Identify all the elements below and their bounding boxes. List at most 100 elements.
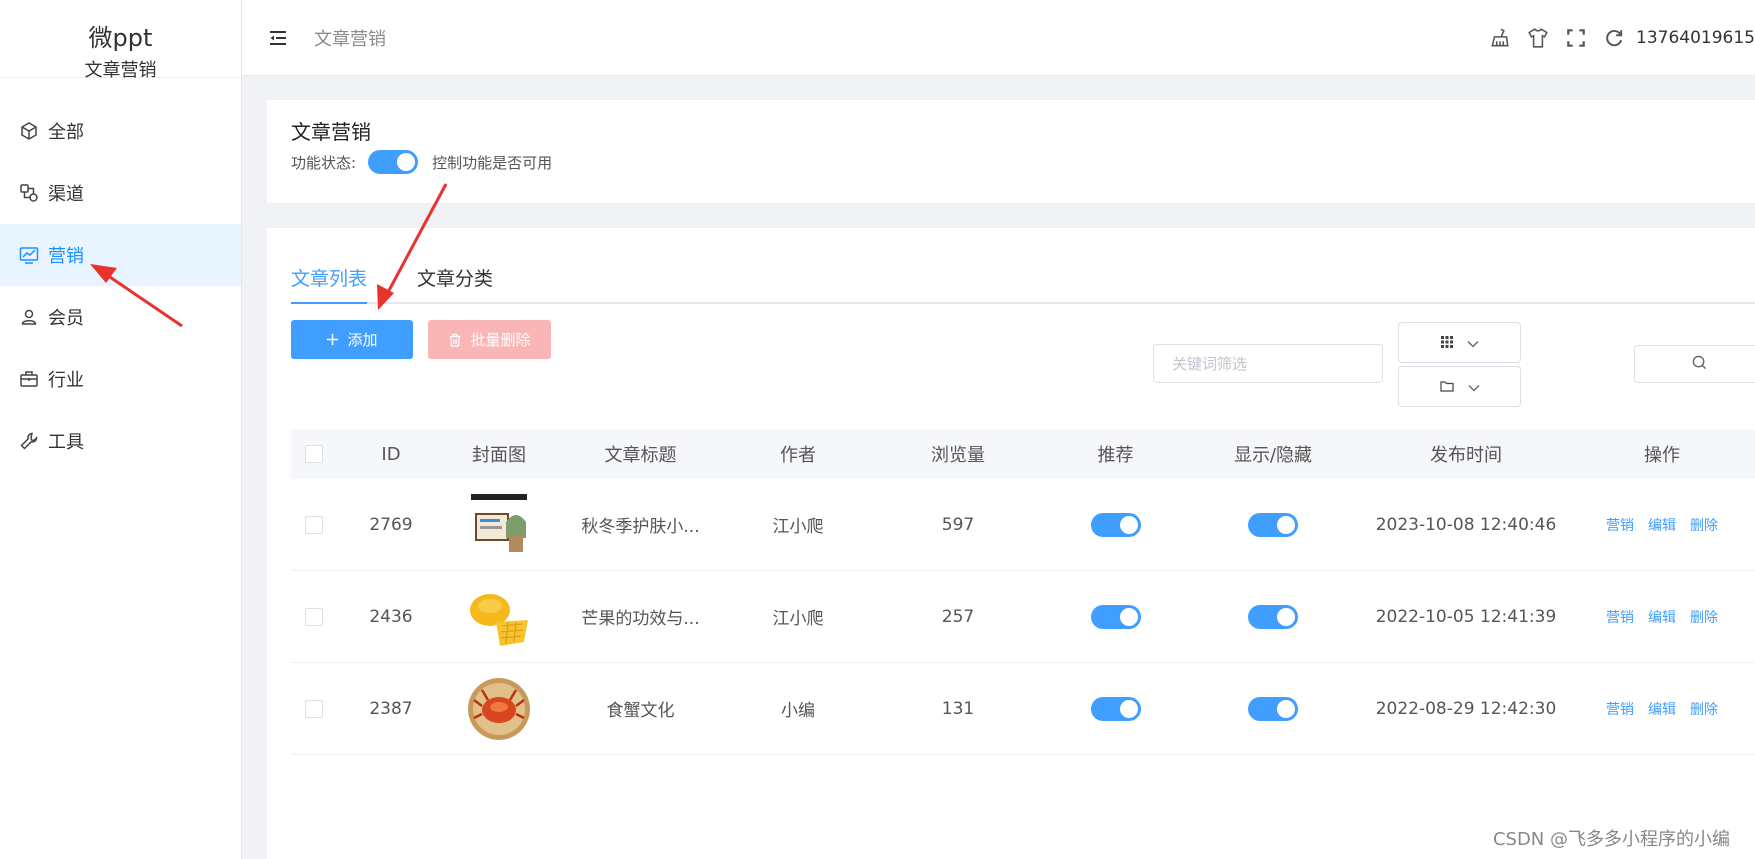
recommend-cell: [1048, 696, 1183, 721]
visibility-cell: [1183, 512, 1363, 537]
sidebar-item-channel[interactable]: 渠道: [0, 162, 241, 224]
user-account[interactable]: 13764019615: [1636, 28, 1755, 48]
row-id: 2436: [369, 606, 413, 627]
feature-status-toggle[interactable]: [368, 150, 419, 174]
sidebar-item-all[interactable]: 全部: [0, 100, 241, 162]
row-title: 芒果的功效与...: [581, 609, 700, 629]
category-select[interactable]: [1398, 366, 1521, 407]
feature-status-hint: 控制功能是否可用: [432, 153, 553, 172]
view-mode-select[interactable]: [1398, 322, 1521, 363]
row-publish-time: 2023-10-08 12:40:46: [1375, 514, 1557, 535]
grid-icon: [1440, 333, 1453, 352]
row-actions: 营销 编辑 删除: [1569, 515, 1755, 535]
article-panel: 文章列表 文章分类 添加 批量删除 关键词筛选 ID 封面图 文章标题 作者 浏…: [267, 228, 1755, 859]
column-header: 作者: [780, 445, 816, 466]
delete-link[interactable]: 删除: [1690, 515, 1718, 535]
row-author: 江小爬: [772, 609, 824, 629]
plus-icon: [326, 333, 339, 346]
row-select-cell: [291, 607, 337, 626]
sidebar-item-industry[interactable]: 行业: [0, 348, 241, 410]
recommend-toggle[interactable]: [1090, 512, 1141, 537]
refresh-icon[interactable]: [1602, 26, 1626, 50]
watermark: CSDN @飞多多小程序的小编: [1492, 829, 1730, 850]
cover-image[interactable]: [466, 491, 532, 558]
wrench-icon: [18, 430, 40, 452]
feature-title: 文章营销: [291, 120, 371, 144]
top-header: 文章营销 13764019615: [242, 0, 1755, 76]
chart-monitor-icon: [18, 244, 40, 266]
sidebar: 微ppt 文章营销 全部 渠道 营销 会员 行业 工具: [0, 0, 242, 859]
visibility-toggle[interactable]: [1248, 512, 1298, 537]
recommend-toggle[interactable]: [1090, 696, 1141, 721]
column-header: 操作: [1644, 445, 1680, 466]
add-button[interactable]: 添加: [291, 320, 413, 359]
sidebar-menu: 全部 渠道 营销 会员 行业 工具: [0, 100, 241, 472]
visibility-cell: [1183, 696, 1363, 721]
visibility-toggle[interactable]: [1248, 604, 1298, 629]
tab-article-list[interactable]: 文章列表: [291, 264, 368, 304]
tab-article-category[interactable]: 文章分类: [417, 264, 493, 302]
channel-icon: [18, 182, 40, 204]
shirt-icon[interactable]: [1526, 26, 1550, 50]
delete-link[interactable]: 删除: [1690, 699, 1718, 719]
select-all-checkbox[interactable]: [305, 445, 323, 463]
marketing-link[interactable]: 营销: [1606, 607, 1634, 627]
cover-cell: [445, 583, 553, 650]
column-header: 发布时间: [1430, 445, 1502, 466]
breadcrumb: 文章营销: [314, 28, 386, 50]
chevron-down-icon: [1467, 333, 1479, 352]
row-actions: 营销 编辑 删除: [1569, 607, 1755, 627]
sidebar-item-label: 全部: [48, 122, 84, 143]
row-checkbox[interactable]: [305, 515, 323, 534]
keyword-filter-input[interactable]: [1153, 344, 1383, 383]
article-tabs: 文章列表 文章分类: [291, 264, 1755, 304]
row-publish-time: 2022-08-29 12:42:30: [1375, 698, 1557, 719]
row-author: 小编: [781, 701, 815, 721]
recommend-toggle[interactable]: [1090, 604, 1141, 629]
chevron-down-icon: [1468, 377, 1480, 396]
visibility-toggle[interactable]: [1248, 696, 1298, 721]
table-header: ID 封面图 文章标题 作者 浏览量 推荐 显示/隐藏 发布时间 操作: [291, 429, 1755, 479]
sidebar-item-label: 营销: [48, 246, 84, 267]
menu-fold-icon[interactable]: [268, 27, 290, 49]
sidebar-item-tools[interactable]: 工具: [0, 410, 241, 472]
sidebar-item-label: 工具: [48, 432, 84, 453]
header-actions: 13764019615: [1474, 0, 1755, 76]
sidebar-item-marketing[interactable]: 营销: [0, 224, 241, 286]
table-row: 2436 芒果的功效与... 江小爬 257 2022-10-05 12:41:…: [291, 571, 1755, 663]
brand-subtitle: 文章营销: [84, 60, 157, 81]
row-title: 秋冬季护肤小...: [581, 517, 700, 537]
edit-link[interactable]: 编辑: [1648, 515, 1676, 535]
cover-image[interactable]: [466, 675, 532, 742]
column-header: 封面图: [472, 445, 526, 466]
row-id: 2387: [369, 698, 413, 719]
select-all-cell: [291, 445, 337, 463]
marketing-link[interactable]: 营销: [1606, 515, 1634, 535]
row-title: 食蟹文化: [606, 701, 675, 721]
fullscreen-icon[interactable]: [1564, 26, 1588, 50]
feature-status-row: 功能状态: 控制功能是否可用: [291, 150, 552, 174]
batch-delete-button[interactable]: 批量删除: [428, 320, 551, 359]
sidebar-item-member[interactable]: 会员: [0, 286, 241, 348]
table-row: 2769 秋冬季护肤小... 江小爬 597 2023-10-08 12:40:…: [291, 479, 1755, 571]
briefcase-icon: [18, 368, 40, 390]
feature-card: 文章营销 功能状态: 控制功能是否可用: [267, 100, 1755, 203]
row-author: 江小爬: [772, 517, 824, 537]
brand-title: 微ppt: [88, 24, 153, 52]
search-button[interactable]: [1634, 345, 1755, 383]
add-button-label: 添加: [347, 331, 378, 349]
broom-icon[interactable]: [1488, 26, 1512, 50]
row-checkbox[interactable]: [305, 607, 323, 626]
edit-link[interactable]: 编辑: [1648, 699, 1676, 719]
folder-icon: [1439, 377, 1454, 396]
sidebar-item-label: 渠道: [48, 184, 84, 205]
cover-cell: [445, 491, 553, 558]
row-checkbox[interactable]: [305, 699, 323, 718]
row-views: 131: [941, 698, 975, 719]
recommend-cell: [1048, 512, 1183, 537]
search-icon: [1692, 355, 1707, 374]
delete-link[interactable]: 删除: [1690, 607, 1718, 627]
cover-image[interactable]: [466, 583, 532, 650]
edit-link[interactable]: 编辑: [1648, 607, 1676, 627]
marketing-link[interactable]: 营销: [1606, 699, 1634, 719]
